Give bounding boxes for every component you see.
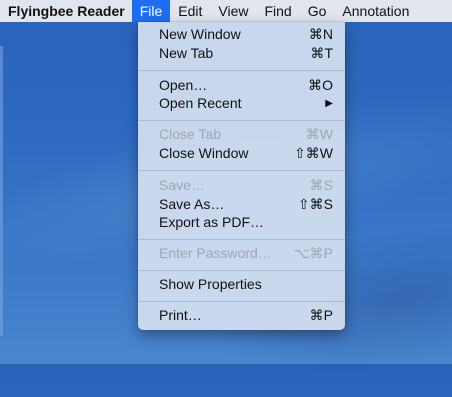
- menu-item-label: Save…: [159, 177, 205, 193]
- menu-item-save-as[interactable]: Save As… ⇧⌘S: [138, 195, 345, 214]
- menubar-go[interactable]: Go: [300, 0, 335, 22]
- menu-item-export-pdf[interactable]: Export as PDF…: [138, 213, 345, 232]
- menu-separator: [138, 70, 345, 71]
- menu-item-shortcut: ⌘T: [310, 45, 333, 61]
- menu-item-close-tab[interactable]: Close Tab ⌘W: [138, 125, 345, 144]
- menu-item-label: New Window: [159, 26, 241, 42]
- menu-item-save[interactable]: Save… ⌘S: [138, 176, 345, 195]
- menubar-file[interactable]: File: [131, 0, 171, 22]
- menu-item-label: New Tab: [159, 45, 214, 61]
- menu-separator: [138, 301, 345, 302]
- menubar-edit[interactable]: Edit: [170, 0, 210, 22]
- menu-item-shortcut: ⌘S: [309, 177, 333, 193]
- menu-item-enter-password[interactable]: Enter Password… ⌥⌘P: [138, 244, 345, 263]
- menu-item-open-recent[interactable]: Open Recent ▶: [138, 94, 345, 113]
- menu-item-label: Print…: [159, 307, 202, 323]
- menu-item-new-window[interactable]: New Window ⌘N: [138, 25, 345, 44]
- menu-bar: Flyingbee Reader File Edit View Find Go …: [0, 0, 452, 22]
- menu-item-shortcut: ⌘N: [308, 26, 333, 42]
- menu-item-close-window[interactable]: Close Window ⇧⌘W: [138, 144, 345, 163]
- menu-item-new-tab[interactable]: New Tab ⌘T: [138, 44, 345, 63]
- menubar-find[interactable]: Find: [256, 0, 299, 22]
- menu-separator: [138, 270, 345, 271]
- submenu-arrow-icon: ▶: [325, 98, 333, 109]
- menu-item-label: Close Window: [159, 145, 249, 161]
- menu-item-label: Open…: [159, 77, 208, 93]
- menu-item-shortcut: ⌘W: [305, 126, 333, 142]
- menu-item-label: Show Properties: [159, 276, 262, 292]
- menu-item-shortcut: ⌘P: [309, 307, 333, 323]
- menu-item-shortcut: ⌥⌘P: [293, 245, 333, 261]
- menubar-app-name[interactable]: Flyingbee Reader: [0, 0, 132, 22]
- menubar-annotation[interactable]: Annotation: [334, 0, 417, 22]
- menu-item-label: Export as PDF…: [159, 214, 265, 230]
- file-menu: New Window ⌘N New Tab ⌘T Open… ⌘O Open R…: [138, 22, 345, 330]
- menu-item-open[interactable]: Open… ⌘O: [138, 76, 345, 95]
- menu-separator: [138, 239, 345, 240]
- menu-separator: [138, 170, 345, 171]
- menu-item-shortcut: ⇧⌘S: [297, 196, 333, 212]
- menu-item-label: Save As…: [159, 196, 225, 212]
- menu-item-print[interactable]: Print… ⌘P: [138, 306, 345, 325]
- menu-item-shortcut: ⇧⌘W: [294, 145, 333, 161]
- menu-item-show-properties[interactable]: Show Properties: [138, 275, 345, 294]
- menu-item-label: Open Recent: [159, 95, 242, 111]
- window-edge: [0, 46, 3, 336]
- menu-item-label: Enter Password…: [159, 245, 272, 261]
- menu-item-shortcut: ⌘O: [308, 77, 333, 93]
- menubar-view[interactable]: View: [210, 0, 256, 22]
- menu-separator: [138, 120, 345, 121]
- menu-item-label: Close Tab: [159, 126, 222, 142]
